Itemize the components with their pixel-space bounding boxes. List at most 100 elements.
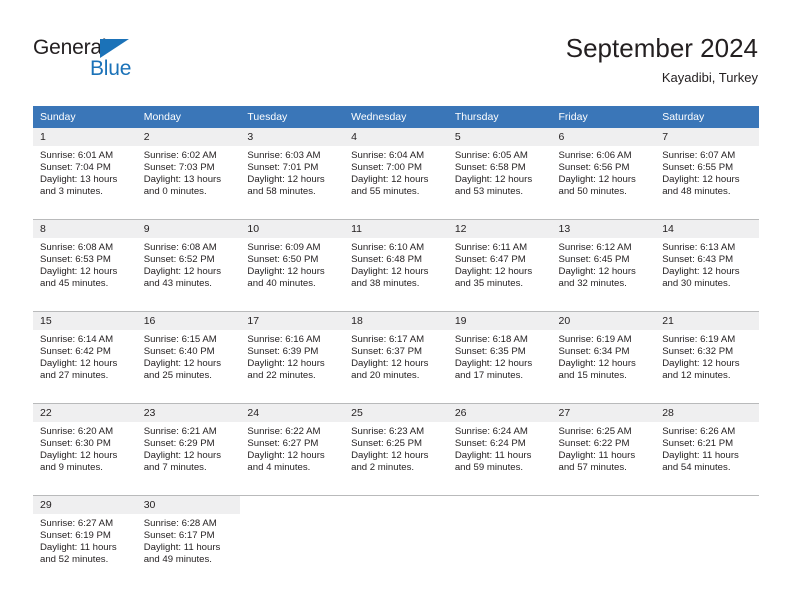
calendar-day-cell[interactable]: 25 Sunrise: 6:23 AM Sunset: 6:25 PM Dayligh… <box>344 404 448 495</box>
day-number: 21 <box>655 312 759 330</box>
sunset-line: Sunset: 6:37 PM <box>351 346 423 358</box>
calendar-day-cell[interactable]: 28 Sunrise: 6:26 AM Sunset: 6:21 PM Dayligh… <box>655 404 759 495</box>
calendar-day-cell[interactable]: 3 Sunrise: 6:03 AM Sunset: 7:01 PM Daylight… <box>240 128 345 219</box>
calendar-day-cell[interactable]: 2 Sunrise: 6:02 AM Sunset: 7:03 PM Daylight… <box>136 128 241 219</box>
calendar-day-cell[interactable]: 5 Sunrise: 6:05 AM Sunset: 6:58 PM Daylight… <box>447 128 552 219</box>
sunset-line: Sunset: 6:40 PM <box>143 346 215 358</box>
day-number: 19 <box>447 312 552 330</box>
daylight-line-cont: and 38 minutes. <box>351 278 420 290</box>
sunrise-line: Sunrise: 6:19 AM <box>662 334 736 345</box>
calendar-day-cell[interactable]: 15 Sunrise: 6:14 AM Sunset: 6:42 PM Dayligh… <box>33 312 137 403</box>
calendar-day-cell[interactable]: 13 Sunrise: 6:12 AM Sunset: 6:45 PM Dayligh… <box>551 220 656 311</box>
day-sun-info: Sunrise: 6:04 AM Sunset: 7:00 PM Daylight:… <box>344 146 448 198</box>
calendar-day-cell[interactable]: 10 Sunrise: 6:09 AM Sunset: 6:50 PM Dayligh… <box>240 220 345 311</box>
calendar-week-row: 8 Sunrise: 6:08 AM Sunset: 6:53 PM Daylight… <box>33 219 759 312</box>
calendar-day-cell[interactable]: 9 Sunrise: 6:08 AM Sunset: 6:52 PM Daylight… <box>136 220 241 311</box>
day-number: 26 <box>447 404 552 422</box>
sunset-line: Sunset: 6:39 PM <box>247 346 319 358</box>
calendar-day-cell[interactable]: 4 Sunrise: 6:04 AM Sunset: 7:00 PM Daylight… <box>344 128 448 219</box>
sunset-line: Sunset: 7:01 PM <box>247 162 319 174</box>
sunrise-line: Sunrise: 6:06 AM <box>558 150 632 161</box>
daylight-line-cont: and 32 minutes. <box>558 278 627 290</box>
daylight-line: Daylight: 12 hours <box>40 450 118 462</box>
day-number: 12 <box>447 220 552 238</box>
calendar-day-cell[interactable]: 24 Sunrise: 6:22 AM Sunset: 6:27 PM Dayligh… <box>240 404 345 495</box>
day-sun-info: Sunrise: 6:05 AM Sunset: 6:58 PM Daylight:… <box>448 146 552 198</box>
sunset-line: Sunset: 6:32 PM <box>662 346 734 358</box>
calendar-day-cell[interactable]: 12 Sunrise: 6:11 AM Sunset: 6:47 PM Dayligh… <box>447 220 552 311</box>
day-number: 17 <box>240 312 345 330</box>
calendar-day-cell[interactable]: 30 Sunrise: 6:28 AM Sunset: 6:17 PM Dayligh… <box>136 496 241 587</box>
sunset-line: Sunset: 6:56 PM <box>558 162 630 174</box>
sunrise-line: Sunrise: 6:03 AM <box>247 150 321 161</box>
calendar-day-cell[interactable]: 27 Sunrise: 6:25 AM Sunset: 6:22 PM Dayligh… <box>551 404 656 495</box>
calendar-day-cell[interactable]: 11 Sunrise: 6:10 AM Sunset: 6:48 PM Dayligh… <box>344 220 448 311</box>
daylight-line-cont: and 22 minutes. <box>247 370 316 382</box>
calendar-day-cell[interactable]: 20 Sunrise: 6:19 AM Sunset: 6:34 PM Dayligh… <box>551 312 656 403</box>
sunset-line: Sunset: 6:29 PM <box>143 438 215 450</box>
calendar-day-cell-empty <box>551 496 656 587</box>
sunrise-line: Sunrise: 6:24 AM <box>454 426 528 437</box>
day-sun-info: Sunrise: 6:20 AM Sunset: 6:30 PM Daylight:… <box>33 422 137 474</box>
calendar-week-row: 22 Sunrise: 6:20 AM Sunset: 6:30 PM Dayligh… <box>33 403 759 496</box>
calendar-day-cell[interactable]: 26 Sunrise: 6:24 AM Sunset: 6:24 PM Dayligh… <box>447 404 552 495</box>
calendar-day-cell[interactable]: 14 Sunrise: 6:13 AM Sunset: 6:43 PM Dayligh… <box>655 220 759 311</box>
calendar-day-cell[interactable]: 19 Sunrise: 6:18 AM Sunset: 6:35 PM Dayligh… <box>447 312 552 403</box>
calendar-day-cell[interactable]: 18 Sunrise: 6:17 AM Sunset: 6:37 PM Dayligh… <box>344 312 448 403</box>
calendar-week-row: 29 Sunrise: 6:27 AM Sunset: 6:19 PM Dayligh… <box>33 495 759 587</box>
day-number: 11 <box>344 220 448 238</box>
day-number: 1 <box>33 128 137 146</box>
day-sun-info: Sunrise: 6:18 AM Sunset: 6:35 PM Daylight:… <box>448 330 552 382</box>
sunrise-line: Sunrise: 6:26 AM <box>662 426 736 437</box>
daylight-line-cont: and 9 minutes. <box>40 462 103 474</box>
calendar-day-cell[interactable]: 8 Sunrise: 6:08 AM Sunset: 6:53 PM Daylight… <box>33 220 137 311</box>
calendar-day-cell[interactable]: 29 Sunrise: 6:27 AM Sunset: 6:19 PM Dayligh… <box>33 496 137 587</box>
day-sun-info: Sunrise: 6:07 AM Sunset: 6:55 PM Daylight:… <box>655 146 759 198</box>
daylight-line: Daylight: 13 hours <box>143 174 222 186</box>
sunset-line: Sunset: 7:04 PM <box>40 162 111 174</box>
sunrise-line: Sunrise: 6:12 AM <box>558 242 632 253</box>
daylight-line-cont: and 4 minutes. <box>247 462 311 474</box>
calendar-day-cell[interactable]: 7 Sunrise: 6:07 AM Sunset: 6:55 PM Daylight… <box>655 128 759 219</box>
sunset-line: Sunset: 6:21 PM <box>662 438 734 450</box>
sunrise-line: Sunrise: 6:05 AM <box>454 150 528 161</box>
day-sun-info: Sunrise: 6:21 AM Sunset: 6:29 PM Daylight:… <box>137 422 241 474</box>
daylight-line-cont: and 20 minutes. <box>351 370 420 382</box>
logo-triangle-icon <box>100 39 129 58</box>
sunset-line: Sunset: 6:48 PM <box>351 254 423 266</box>
day-sun-info: Sunrise: 6:28 AM Sunset: 6:17 PM Daylight:… <box>137 514 241 566</box>
day-sun-info: Sunrise: 6:15 AM Sunset: 6:40 PM Daylight:… <box>137 330 241 382</box>
calendar-table: Sunday Monday Tuesday Wednesday Thursday Frid… <box>33 106 759 587</box>
calendar-day-cell[interactable]: 1 Sunrise: 6:01 AM Sunset: 7:04 PM Daylight… <box>33 128 137 219</box>
daylight-line: Daylight: 12 hours <box>351 358 429 370</box>
calendar-day-cell[interactable]: 21 Sunrise: 6:19 AM Sunset: 6:32 PM Dayligh… <box>655 312 759 403</box>
sunset-line: Sunset: 6:30 PM <box>40 438 111 450</box>
logo-text-blue: Blue <box>90 57 132 80</box>
daylight-line-cont: and 7 minutes. <box>143 462 207 474</box>
calendar-day-cell[interactable]: 16 Sunrise: 6:15 AM Sunset: 6:40 PM Dayligh… <box>136 312 241 403</box>
calendar-day-cell[interactable]: 23 Sunrise: 6:21 AM Sunset: 6:29 PM Dayligh… <box>136 404 241 495</box>
daylight-line: Daylight: 12 hours <box>247 266 325 278</box>
sunrise-line: Sunrise: 6:16 AM <box>247 334 321 345</box>
sunset-line: Sunset: 6:47 PM <box>454 254 526 266</box>
day-sun-info: Sunrise: 6:08 AM Sunset: 6:52 PM Daylight:… <box>137 238 241 290</box>
day-sun-info: Sunrise: 6:16 AM Sunset: 6:39 PM Daylight:… <box>240 330 344 382</box>
day-sun-info: Sunrise: 6:09 AM Sunset: 6:50 PM Daylight:… <box>240 238 344 290</box>
daylight-line: Daylight: 12 hours <box>558 174 636 186</box>
day-sun-info: Sunrise: 6:26 AM Sunset: 6:21 PM Daylight:… <box>655 422 759 474</box>
day-sun-info: Sunrise: 6:06 AM Sunset: 6:56 PM Daylight:… <box>552 146 656 198</box>
weekday-header-saturday: Saturday <box>655 106 759 128</box>
calendar-day-cell[interactable]: 6 Sunrise: 6:06 AM Sunset: 6:56 PM Daylight… <box>551 128 656 219</box>
day-number: 16 <box>136 312 241 330</box>
day-sun-info: Sunrise: 6:13 AM Sunset: 6:43 PM Daylight:… <box>655 238 759 290</box>
calendar-day-cell[interactable]: 22 Sunrise: 6:20 AM Sunset: 6:30 PM Dayligh… <box>33 404 137 495</box>
calendar-day-cell[interactable]: 17 Sunrise: 6:16 AM Sunset: 6:39 PM Dayligh… <box>240 312 345 403</box>
day-number: 15 <box>33 312 137 330</box>
sunrise-line: Sunrise: 6:08 AM <box>143 242 217 253</box>
daylight-line: Daylight: 12 hours <box>351 266 429 278</box>
daylight-line-cont: and 49 minutes. <box>143 554 212 566</box>
day-number: 13 <box>551 220 656 238</box>
day-number: 5 <box>447 128 552 146</box>
sunset-line: Sunset: 6:50 PM <box>247 254 319 266</box>
sunrise-line: Sunrise: 6:01 AM <box>40 150 114 161</box>
